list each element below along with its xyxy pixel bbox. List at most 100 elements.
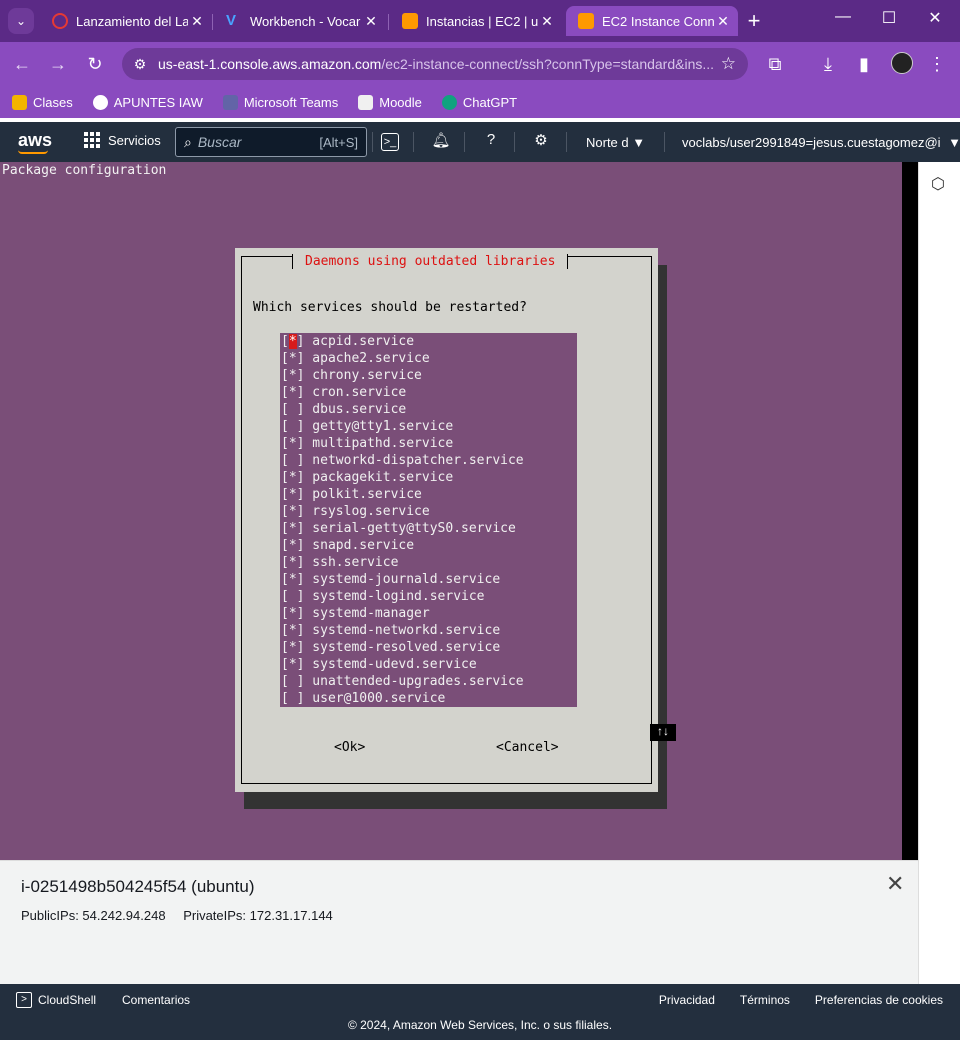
close-tab-icon[interactable]: ✕ [538, 13, 556, 30]
service-checklist-item[interactable]: [*] acpid.service [280, 333, 577, 350]
services-checklist[interactable]: [*] acpid.service [*] apache2.service [*] … [280, 333, 577, 707]
cloudshell-button[interactable]: > CloudShell [16, 992, 96, 1008]
checkbox[interactable]: [*] [281, 384, 304, 401]
menu-kebab-icon[interactable]: ⋮ [925, 52, 949, 76]
service-checklist-item[interactable]: [*] serial-getty@ttyS0.service [280, 520, 577, 537]
tab-search-button[interactable]: ⌄ [8, 8, 34, 34]
account-menu[interactable]: voclabs/user2991849=jesus.cuestagomez@i … [682, 135, 960, 150]
checkbox[interactable]: [*] [281, 486, 304, 503]
cookie-preferences-link[interactable]: Preferencias de cookies [815, 993, 943, 1007]
browser-tab-3[interactable]: Instancias | EC2 | us ✕ [390, 6, 562, 36]
checkbox[interactable]: [ ] [281, 690, 304, 707]
close-icon[interactable]: ✕ [886, 871, 904, 897]
checkbox[interactable]: [ ] [281, 418, 304, 435]
checkbox[interactable]: [*] [281, 605, 304, 622]
cloudshell-icon[interactable]: >_ [381, 133, 399, 151]
site-settings-icon[interactable]: ⚙ [122, 56, 158, 73]
service-name: polkit.service [304, 487, 422, 502]
service-checklist-item[interactable]: [*] systemd-networkd.service [280, 622, 577, 639]
checkbox[interactable]: [*] [281, 469, 304, 486]
service-checklist-item[interactable]: [*] systemd-journald.service [280, 571, 577, 588]
privacy-link[interactable]: Privacidad [659, 993, 715, 1007]
checkbox[interactable]: [*] [281, 333, 304, 350]
reload-icon[interactable]: ↻ [83, 52, 107, 76]
service-checklist-item[interactable]: [*] systemd-resolved.service [280, 639, 577, 656]
ok-button[interactable]: <Ok> [334, 740, 365, 755]
bookmark-apuntes[interactable]: APUNTES IAW [92, 94, 203, 110]
help-icon[interactable]: ? [480, 131, 502, 153]
new-tab-button[interactable]: + [742, 10, 766, 32]
service-checklist-item[interactable]: [ ] dbus.service [280, 401, 577, 418]
forward-arrow-icon[interactable]: → [46, 52, 70, 76]
service-checklist-item[interactable]: [*] packagekit.service [280, 469, 577, 486]
checkbox[interactable]: [*] [281, 435, 304, 452]
minimize-window-button[interactable]: — [820, 8, 866, 26]
bookmark-clases[interactable]: Clases [12, 94, 73, 110]
caret-down-icon: ▼ [632, 135, 646, 150]
service-checklist-item[interactable]: [*] rsyslog.service [280, 503, 577, 520]
maximize-window-button[interactable]: ☐ [866, 8, 912, 28]
checkbox[interactable]: [*] [281, 503, 304, 520]
browser-tab-1[interactable]: Lanzamiento del La ✕ [40, 6, 212, 36]
close-tab-icon[interactable]: ✕ [188, 13, 206, 30]
service-checklist-item[interactable]: [*] apache2.service [280, 350, 577, 367]
close-tab-icon[interactable]: ✕ [714, 13, 732, 30]
service-checklist-item[interactable]: [ ] getty@tty1.service [280, 418, 577, 435]
service-checklist-item[interactable]: [*] ssh.service [280, 554, 577, 571]
checkbox[interactable]: [*] [281, 350, 304, 367]
service-checklist-item[interactable]: [*] chrony.service [280, 367, 577, 384]
bookmark-moodle[interactable]: Moodle [358, 94, 422, 110]
settings-hex-icon[interactable]: ⬡ [931, 174, 945, 194]
service-checklist-item[interactable]: [*] snapd.service [280, 537, 577, 554]
bookmark-star-icon[interactable]: ☆ [721, 54, 736, 74]
terms-link[interactable]: Términos [740, 993, 790, 1007]
bookmark-chatgpt[interactable]: ChatGPT [441, 94, 517, 110]
feedback-link[interactable]: Comentarios [122, 993, 190, 1007]
browser-tab-4-active[interactable]: EC2 Instance Conne ✕ [566, 6, 738, 36]
side-panel-icon[interactable]: ▮ [852, 52, 876, 76]
checkbox[interactable]: [ ] [281, 588, 304, 605]
region-selector[interactable]: Norte d ▼ [586, 135, 645, 150]
service-checklist-item[interactable]: [ ] user@1000.service [280, 690, 577, 707]
extensions-icon[interactable]: ⧉ [763, 52, 787, 76]
bookmark-teams[interactable]: Microsoft Teams [222, 94, 338, 110]
checkbox[interactable]: [*] [281, 554, 304, 571]
dialog-question: Which services should be restarted? [253, 300, 527, 315]
cancel-button[interactable]: <Cancel> [496, 740, 559, 755]
instance-ips: PublicIPs: 54.242.94.248 PrivateIPs: 172… [21, 908, 347, 923]
service-checklist-item[interactable]: [*] systemd-udevd.service [280, 656, 577, 673]
checkbox[interactable]: [ ] [281, 673, 304, 690]
grid-icon [84, 132, 100, 148]
address-bar[interactable]: ⚙ us-east-1.console.aws.amazon.com/ec2-i… [122, 48, 748, 80]
checkbox[interactable]: [*] [281, 520, 304, 537]
checkbox[interactable]: [*] [281, 367, 304, 384]
close-window-button[interactable]: ✕ [912, 8, 958, 28]
service-checklist-item[interactable]: [ ] systemd-logind.service [280, 588, 577, 605]
checkbox[interactable]: [*] [281, 537, 304, 554]
service-checklist-item[interactable]: [*] cron.service [280, 384, 577, 401]
service-name: systemd-logind.service [304, 589, 485, 604]
checkbox[interactable]: [*] [281, 656, 304, 673]
profile-avatar[interactable] [891, 52, 913, 74]
close-tab-icon[interactable]: ✕ [362, 13, 380, 30]
browser-tab-2[interactable]: V Workbench - Vocar ✕ [214, 6, 386, 36]
checkbox[interactable]: [*] [281, 639, 304, 656]
aws-logo[interactable]: aws [18, 130, 52, 151]
service-checklist-item[interactable]: [ ] networkd-dispatcher.service [280, 452, 577, 469]
checkbox[interactable]: [*] [281, 622, 304, 639]
checkbox[interactable]: [ ] [281, 452, 304, 469]
bell-icon[interactable]: 🔔︎ [430, 131, 452, 153]
service-checklist-item[interactable]: [*] systemd-manager [280, 605, 577, 622]
service-checklist-item[interactable]: [*] multipathd.service [280, 435, 577, 452]
terminal-scrollbar[interactable] [902, 162, 918, 860]
aws-search-input[interactable]: ⌕ Buscar [Alt+S] [175, 127, 367, 157]
checkbox[interactable]: [ ] [281, 401, 304, 418]
back-arrow-icon[interactable]: ← [10, 52, 34, 76]
download-icon[interactable]: ⤓ [816, 52, 840, 76]
gear-icon[interactable]: ⚙ [530, 131, 552, 153]
checkbox[interactable]: [*] [281, 571, 304, 588]
services-menu-button[interactable]: Servicios [84, 132, 161, 148]
chatgpt-icon [441, 94, 457, 110]
service-checklist-item[interactable]: [*] polkit.service [280, 486, 577, 503]
service-checklist-item[interactable]: [ ] unattended-upgrades.service [280, 673, 577, 690]
